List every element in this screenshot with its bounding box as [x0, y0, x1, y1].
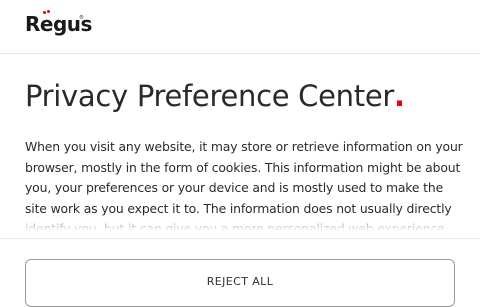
registered-mark: ®: [79, 15, 84, 21]
header-bar: Regus ®: [0, 0, 480, 54]
title-accent-dot: .: [394, 79, 405, 113]
logo-accent-icon: [43, 10, 53, 18]
divider: [0, 238, 480, 239]
description-scroll-area[interactable]: When you visit any website, it may store…: [25, 137, 465, 231]
page-title: Privacy Preference Center.: [25, 78, 405, 114]
fade-overlay: [25, 215, 465, 231]
title-text: Privacy Preference Center: [25, 79, 394, 113]
